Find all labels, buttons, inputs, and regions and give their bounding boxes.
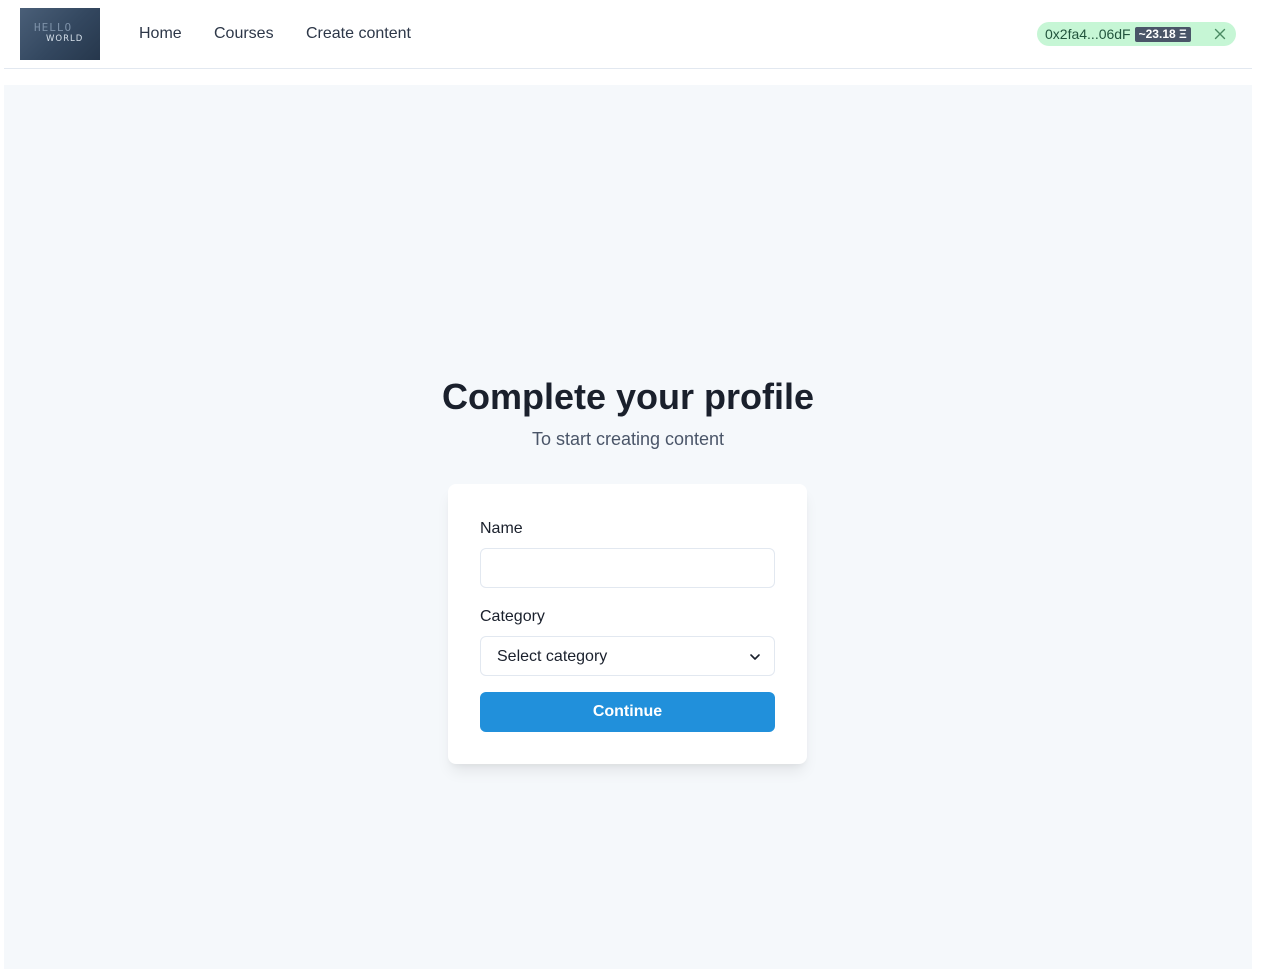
wallet-badge[interactable]: 0x2fa4...06dF ~23.18 Ξ — [1037, 22, 1236, 46]
wallet-balance: ~23.18 Ξ — [1134, 26, 1191, 42]
category-label: Category — [480, 608, 545, 625]
chevron-down-icon — [748, 650, 762, 664]
nav-link-courses[interactable]: Courses — [214, 24, 274, 44]
nav-link-create-content[interactable]: Create content — [306, 24, 411, 44]
name-label: Name — [480, 520, 523, 537]
close-icon[interactable] — [1212, 26, 1228, 42]
page-subtitle: To start creating content — [531, 429, 725, 449]
hello-world-logo[interactable]: HELLO WORLD — [20, 8, 100, 60]
name-input[interactable] — [480, 548, 775, 588]
nav-link-home[interactable]: Home — [139, 24, 182, 44]
logo-text-bottom: WORLD — [46, 34, 84, 44]
logo-text-top: HELLO — [34, 21, 73, 34]
category-select-value: Select category — [497, 648, 608, 665]
main-content: Complete your profile To start creating … — [4, 85, 1252, 969]
page-title: Complete your profile — [441, 376, 815, 417]
wallet-address: 0x2fa4...06dF — [1045, 26, 1131, 42]
category-select[interactable]: Select category — [480, 636, 775, 676]
top-navbar: HELLO WORLD Home Courses Create content … — [4, 0, 1252, 69]
profile-form-card: Name Category Select category Continue — [448, 484, 807, 764]
continue-button[interactable]: Continue — [480, 692, 775, 732]
